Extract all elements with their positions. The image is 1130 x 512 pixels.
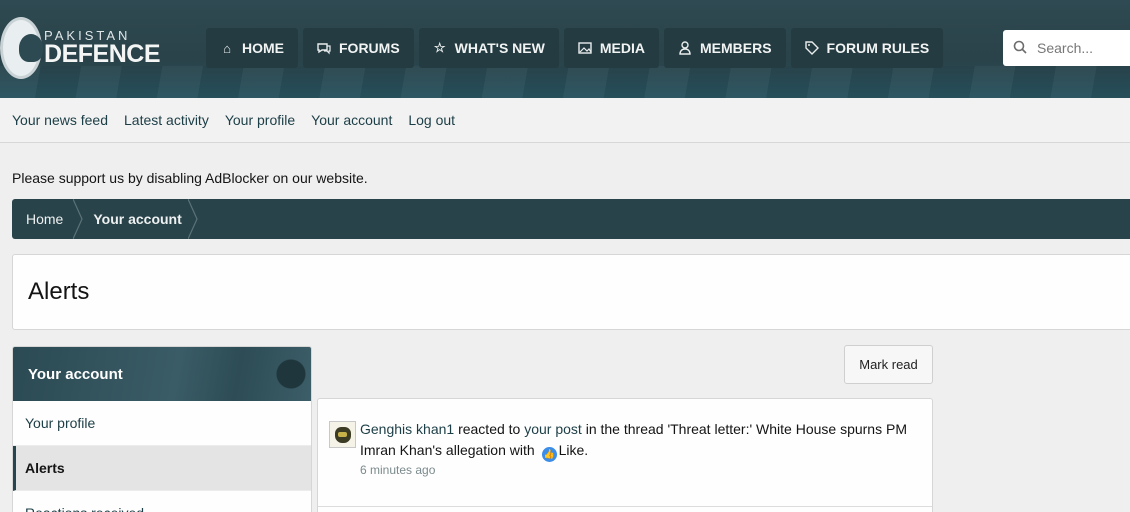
nav-tab-label: MEDIA <box>599 40 645 56</box>
breadcrumb-your-account[interactable]: Your account <box>83 199 198 239</box>
like-icon: 👍 <box>541 447 557 462</box>
nav-tab-label: WHAT'S NEW <box>454 40 545 56</box>
logo-text: PAKISTAN DEFENCE <box>44 29 160 67</box>
breadcrumb-label: Home <box>26 211 64 227</box>
user-icon <box>678 41 692 55</box>
alert-reaction: Like. <box>558 442 589 458</box>
search-input[interactable] <box>1037 40 1127 56</box>
alert-text: Genghis khan1 reacted to your post in th… <box>360 419 920 462</box>
subnav-log-out[interactable]: Log out <box>408 112 455 128</box>
alert-timestamp: 6 minutes ago <box>360 463 436 477</box>
adblock-notice: Please support us by disabling AdBlocker… <box>12 170 368 186</box>
page-title: Alerts <box>28 278 90 305</box>
nav-tab-label: FORUM RULES <box>826 40 930 56</box>
page-title-panel: Alerts <box>12 254 1130 330</box>
alert-post-link[interactable]: your post <box>524 421 582 437</box>
home-icon: ⌂ <box>223 40 231 56</box>
mark-read-button[interactable]: Mark read <box>844 345 933 384</box>
nav-tab-label: HOME <box>242 40 284 56</box>
nav-tab-label: MEMBERS <box>699 40 772 56</box>
nav-tab-whats-new[interactable]: ☆ WHAT'S NEW <box>418 28 559 68</box>
alert-user-link[interactable]: Genghis khan1 <box>360 421 454 437</box>
subnav-news-feed[interactable]: Your news feed <box>12 112 108 128</box>
subnav-latest-activity[interactable]: Latest activity <box>124 112 209 128</box>
sub-navigation: Your news feed Latest activity Your prof… <box>0 98 1130 143</box>
search-icon <box>1013 40 1027 57</box>
nav-tab-label: FORUMS <box>339 40 400 56</box>
alerts-list: Genghis khan1 reacted to your post in th… <box>317 398 933 512</box>
breadcrumb-separator-icon <box>187 199 198 239</box>
sidebar-title: Your account <box>13 347 311 401</box>
list-item: Genghis khan1 reacted to your post in th… <box>318 399 932 507</box>
sidebar-item-your-profile[interactable]: Your profile <box>13 401 311 446</box>
comments-icon <box>317 41 331 55</box>
alert-text-part: reacted to <box>454 421 525 437</box>
breadcrumb: Home Your account <box>12 199 1130 239</box>
nav-tab-home[interactable]: ⌂ HOME <box>206 28 298 68</box>
sidebar-item-alerts[interactable]: Alerts <box>13 446 311 491</box>
logo-line2: DEFENCE <box>44 40 160 68</box>
star-icon: ☆ <box>433 40 446 55</box>
breadcrumb-home[interactable]: Home <box>12 199 84 239</box>
tag-icon <box>804 41 819 55</box>
header-decoration <box>0 66 1130 98</box>
search-box[interactable] <box>1003 30 1130 66</box>
nav-tab-members[interactable]: MEMBERS <box>663 28 786 68</box>
nav-tab-media[interactable]: MEDIA <box>563 28 659 68</box>
breadcrumb-separator-icon <box>73 199 84 239</box>
account-sidebar: Your account Your profile Alerts Reactio… <box>12 346 312 512</box>
avatar[interactable] <box>329 421 356 448</box>
nav-tab-forums[interactable]: FORUMS <box>303 28 414 68</box>
subnav-your-account[interactable]: Your account <box>311 112 392 128</box>
sidebar-item-reactions-received[interactable]: Reactions received <box>13 491 311 512</box>
nav-tab-forum-rules[interactable]: FORUM RULES <box>790 28 944 68</box>
logo-emblem-icon <box>0 17 44 79</box>
image-icon <box>578 41 592 55</box>
main-nav: ⌂ HOME FORUMS ☆ WHAT'S NEW MEDIA MEMBERS <box>206 28 944 68</box>
subnav-your-profile[interactable]: Your profile <box>225 112 295 128</box>
site-logo[interactable]: PAKISTAN DEFENCE <box>0 10 160 86</box>
breadcrumb-label: Your account <box>93 211 182 227</box>
site-header: PAKISTAN DEFENCE ⌂ HOME FORUMS ☆ WHAT'S … <box>0 0 1130 98</box>
